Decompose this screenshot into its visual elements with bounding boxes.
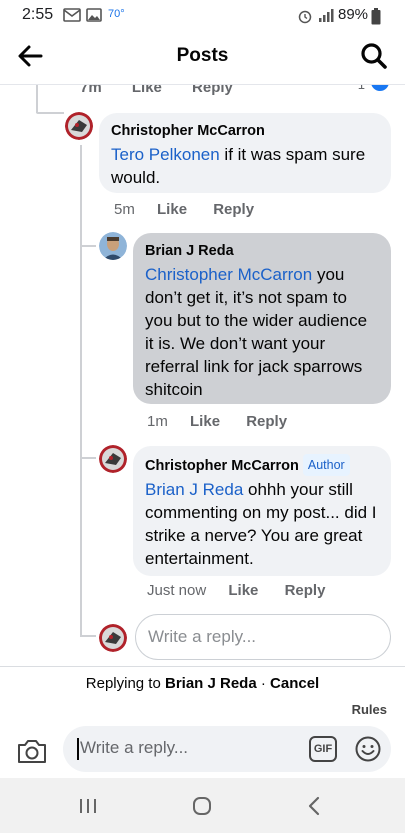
comment-time: 1m bbox=[147, 413, 168, 430]
like-link[interactable]: Like bbox=[190, 413, 220, 430]
replying-target: Brian J Reda bbox=[164, 675, 257, 692]
comment-actions: 5m Like Reply bbox=[114, 201, 276, 218]
reply-link[interactable]: Reply bbox=[213, 201, 254, 218]
thread-line bbox=[80, 457, 96, 459]
thread-line bbox=[80, 245, 96, 247]
comment-bubble-highlighted: Brian J Reda Christopher McCarron you do… bbox=[133, 233, 391, 404]
comment-bubble: Christopher McCarron Author Brian J Reda … bbox=[133, 446, 391, 576]
comment-body: you don’t get it, it’s not spam to you b… bbox=[145, 265, 368, 399]
comment-time: Just now bbox=[147, 582, 207, 599]
reply-link[interactable]: Reply bbox=[246, 413, 287, 430]
comment-actions: 1m Like Reply bbox=[147, 413, 309, 430]
avatar[interactable] bbox=[99, 232, 127, 260]
alarm-icon bbox=[298, 10, 312, 24]
thread-line bbox=[80, 635, 96, 637]
cancel-reply-link[interactable]: Cancel bbox=[270, 675, 319, 692]
like-link[interactable]: Like bbox=[228, 582, 258, 599]
author-badge: Author bbox=[302, 454, 350, 476]
comment-time: 7m bbox=[80, 85, 102, 96]
system-nav-bar bbox=[0, 778, 405, 833]
comment-author-row: Christopher McCarron Author bbox=[145, 454, 379, 476]
comment-text: Tero Pelkonen if it was spam sure would. bbox=[111, 143, 379, 189]
home-icon[interactable] bbox=[192, 796, 212, 816]
comment-text: Christopher McCarron you don’t get it, i… bbox=[145, 263, 379, 401]
gif-button[interactable]: GIF bbox=[309, 736, 337, 762]
gmail-icon bbox=[63, 8, 81, 22]
reaction-count: 1 bbox=[358, 85, 365, 92]
replying-to-banner: Replying to Brian J Reda · Cancel bbox=[0, 675, 405, 692]
thread-line bbox=[80, 145, 82, 635]
page-title: Posts bbox=[176, 45, 229, 66]
thread-line bbox=[36, 112, 64, 114]
emoji-icon[interactable] bbox=[355, 736, 381, 762]
search-icon[interactable] bbox=[359, 41, 389, 71]
like-link[interactable]: Like bbox=[132, 85, 162, 96]
reply-link[interactable]: Reply bbox=[192, 85, 233, 96]
comment-author[interactable]: Christopher McCarron bbox=[111, 121, 379, 141]
text-caret bbox=[77, 738, 79, 760]
mention-link[interactable]: Tero Pelkonen bbox=[111, 145, 220, 164]
rules-link[interactable]: Rules bbox=[352, 702, 387, 717]
comment-bubble: Christopher McCarron Tero Pelkonen if it… bbox=[99, 113, 391, 193]
avatar[interactable] bbox=[99, 445, 127, 473]
status-temperature: 70° bbox=[108, 8, 125, 20]
status-bar: 2:55 70° 89% bbox=[0, 0, 405, 30]
battery-percent: 89% bbox=[338, 6, 369, 23]
app-header: Posts bbox=[0, 30, 405, 82]
composer-divider bbox=[0, 666, 405, 667]
reply-composer[interactable]: Write a reply... GIF bbox=[63, 726, 391, 772]
mention-link[interactable]: Brian J Reda bbox=[145, 480, 243, 499]
comment-thread: 7m Like Reply 1 Christopher McCarron Ter… bbox=[0, 85, 405, 665]
like-reaction-icon bbox=[371, 85, 389, 91]
gallery-icon bbox=[86, 8, 102, 22]
camera-icon[interactable] bbox=[16, 737, 48, 765]
inline-reply-input[interactable]: Write a reply... bbox=[135, 614, 391, 660]
back-nav-icon[interactable] bbox=[306, 796, 322, 816]
avatar[interactable] bbox=[65, 112, 93, 140]
replying-prefix: Replying to bbox=[85, 675, 165, 692]
status-time: 2:55 bbox=[22, 6, 54, 23]
comment-text: Brian J Reda ohhh your still commenting … bbox=[145, 478, 379, 570]
recent-apps-icon[interactable] bbox=[78, 798, 98, 814]
avatar bbox=[99, 624, 127, 652]
like-link[interactable]: Like bbox=[157, 201, 187, 218]
replying-separator: · bbox=[256, 675, 271, 692]
signal-icon bbox=[319, 9, 334, 22]
thread-line bbox=[36, 85, 38, 113]
comment-time: 5m bbox=[114, 201, 135, 218]
comment-author[interactable]: Brian J Reda bbox=[145, 241, 379, 261]
previous-comment-actions: 7m Like Reply bbox=[80, 85, 259, 96]
battery-icon bbox=[371, 8, 381, 25]
comment-author[interactable]: Christopher McCarron bbox=[145, 458, 299, 474]
reply-link[interactable]: Reply bbox=[285, 582, 326, 599]
mention-link[interactable]: Christopher McCarron bbox=[145, 265, 312, 284]
comment-actions: Just now Like Reply bbox=[147, 582, 347, 599]
composer-placeholder: Write a reply... bbox=[80, 738, 189, 757]
